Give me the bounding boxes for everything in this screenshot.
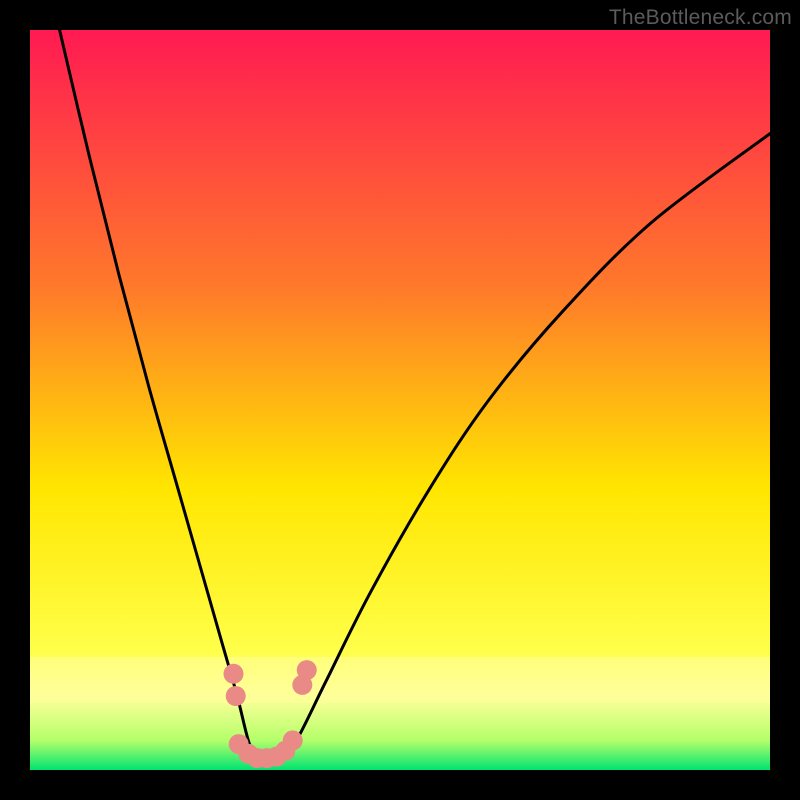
chart-frame: TheBottleneck.com [0,0,800,800]
plot-area [30,30,770,770]
sample-point [226,686,246,706]
chart-svg [30,30,770,770]
watermark-text: TheBottleneck.com [609,6,792,30]
sample-point [297,660,317,680]
highlight-band [30,657,770,703]
sample-point [224,664,244,684]
sample-point [283,730,303,750]
